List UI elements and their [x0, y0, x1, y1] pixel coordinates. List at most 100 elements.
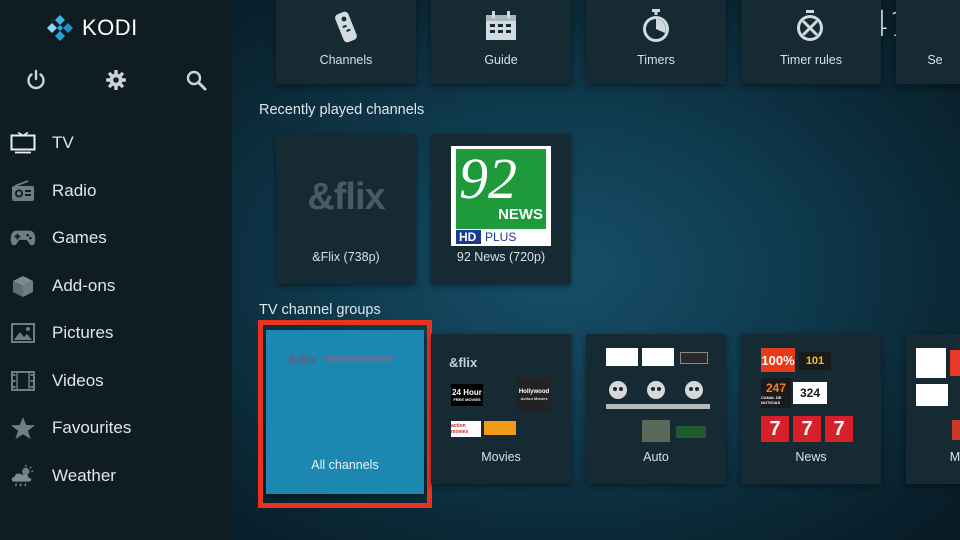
kodi-logo[interactable]: KODI — [46, 14, 138, 42]
sidebar-item-games[interactable]: Games — [0, 216, 232, 260]
kodi-logo-icon — [47, 15, 73, 41]
group-card-auto[interactable]: Auto — [586, 334, 726, 484]
news-7-logo: 7 — [825, 416, 853, 442]
kodi-app: KODI TV Radio Games Add-ons Pictures Vid… — [0, 0, 960, 540]
partial-logo-3 — [916, 384, 948, 406]
sidebar-item-weather[interactable]: Weather — [0, 454, 232, 498]
recent-channel-label: &Flix (738p) — [312, 250, 380, 264]
group-card-partial[interactable]: M — [906, 334, 960, 484]
kodi-logo-text: KODI — [82, 15, 138, 40]
guide-button[interactable]: Guide — [431, 0, 571, 84]
sidebar-item-label: Videos — [52, 371, 104, 390]
news-247-logo: 247 CANAL DE NOTICIAS — [761, 378, 791, 408]
timer-rules-button[interactable]: Timer rules — [741, 0, 881, 84]
24-hour-logo: 24 Hour FREE MOVIES — [451, 384, 483, 406]
sidebar-item-pictures[interactable]: Pictures — [0, 311, 232, 355]
sidebar-item-label: TV — [52, 133, 74, 152]
power-icon — [27, 69, 45, 90]
news-247-sub: CANAL DE NOTICIAS — [761, 394, 782, 405]
sidebar-item-favourites[interactable]: Favourites — [0, 406, 232, 450]
sidebar: KODI TV Radio Games Add-ons Pictures Vid… — [0, 0, 232, 540]
addons-box-icon — [10, 273, 36, 299]
hollywood-logo: Hollywood Action Movies — [517, 378, 551, 412]
star-icon — [10, 415, 36, 441]
group-label: Auto — [643, 450, 669, 464]
tv-icon — [10, 130, 36, 156]
92-news-hd: HD — [459, 230, 477, 244]
sidebar-item-videos[interactable]: Videos — [0, 359, 232, 403]
settings-tile-button[interactable]: Se — [896, 0, 960, 84]
remote-icon — [328, 8, 364, 44]
92-news-word: NEWS — [498, 206, 543, 223]
weather-icon — [10, 463, 36, 489]
news-324-logo: 324 — [793, 382, 827, 404]
settings-button[interactable] — [104, 68, 128, 92]
timers-button[interactable]: Timers — [586, 0, 726, 84]
search-icon — [186, 70, 207, 91]
partial-logo-2 — [950, 350, 960, 376]
movies-andflix-logo: &flix — [449, 354, 478, 370]
radio-icon — [10, 178, 36, 204]
action-movies-logo: action movies — [451, 421, 481, 437]
auto-skull-logos — [606, 381, 710, 409]
recent-channel-card[interactable]: 92 NEWS HD PLUS 92 News (720p) — [431, 134, 571, 284]
sidebar-item-label: Pictures — [52, 323, 114, 342]
sidebar-item-tv[interactable]: TV — [0, 121, 232, 165]
timers-label: Timers — [637, 53, 675, 67]
timer-rules-label: Timer rules — [779, 53, 843, 67]
news-247-text: 247 — [765, 380, 787, 395]
power-button[interactable] — [24, 68, 48, 92]
recent-channel-label: 92 News (720p) — [456, 250, 546, 264]
guide-label: Guide — [484, 53, 518, 67]
hollywood-sub: Action Movies — [520, 396, 548, 401]
film-icon — [10, 368, 36, 394]
gear-icon — [106, 70, 126, 90]
hollywood-text: Hollywood — [518, 389, 550, 395]
partial-logo-1 — [916, 348, 946, 378]
auto-logo-3 — [680, 352, 708, 364]
group-label: M — [949, 450, 960, 464]
sidebar-item-label: Games — [52, 228, 107, 247]
timer-rules-icon — [793, 8, 829, 44]
recent-section-title: Recently played channels — [259, 102, 425, 118]
sidebar-item-label: Favourites — [52, 418, 132, 437]
92-news-number: 92 — [459, 146, 517, 211]
news-101-logo: 101 — [799, 352, 831, 370]
sidebar-item-addons[interactable]: Add-ons — [0, 264, 232, 308]
group-card-movies[interactable]: &flix 24 Hour FREE MOVIES Hollywood Acti… — [431, 334, 571, 484]
group-label: Movies — [481, 450, 521, 464]
groups-section-title: TV channel groups — [259, 302, 381, 318]
24-hour-sub: FREE MOVIES — [453, 397, 481, 402]
picture-icon — [10, 320, 36, 346]
92-news-logo: 92 NEWS HD PLUS — [451, 146, 551, 246]
24-hour-text: 24 Hour — [452, 388, 482, 397]
recent-channel-card[interactable]: &flix &Flix (738p) — [276, 134, 416, 284]
sidebar-item-label: Radio — [52, 181, 97, 200]
calendar-icon — [483, 8, 519, 44]
main-content: 10:41 PM Channels Guide Timers Timer rul… — [232, 0, 960, 540]
news-7-logo: 7 — [761, 416, 789, 442]
group-label: News — [795, 450, 827, 464]
auto-logo-6 — [676, 426, 706, 438]
sidebar-item-label: Add-ons — [52, 276, 116, 295]
channels-button[interactable]: Channels — [276, 0, 416, 84]
partial-logo-4 — [952, 420, 960, 440]
sidebar-item-label: Weather — [52, 466, 116, 485]
stopwatch-icon — [638, 8, 674, 44]
search-button[interactable] — [184, 68, 208, 92]
auto-logo-2 — [642, 348, 674, 366]
92-news-plus: PLUS — [485, 230, 517, 244]
gamepad-icon — [10, 225, 36, 251]
news-7-logo: 7 — [793, 416, 821, 442]
andflix-logo-text: &flix — [307, 175, 385, 218]
auto-logo-5 — [642, 420, 670, 442]
news-100-logo: 100% — [761, 348, 795, 372]
group-card-news[interactable]: 100% 101 247 CANAL DE NOTICIAS 324 7 7 7… — [741, 334, 881, 484]
channels-label: Channels — [319, 53, 373, 67]
auto-logo-1 — [606, 348, 638, 366]
focus-highlight-frame — [258, 320, 432, 508]
settings-tile-label: Se — [927, 53, 943, 67]
orange-channel-logo — [484, 421, 516, 435]
andflix-logo: &flix — [286, 152, 406, 242]
sidebar-item-radio[interactable]: Radio — [0, 169, 232, 213]
